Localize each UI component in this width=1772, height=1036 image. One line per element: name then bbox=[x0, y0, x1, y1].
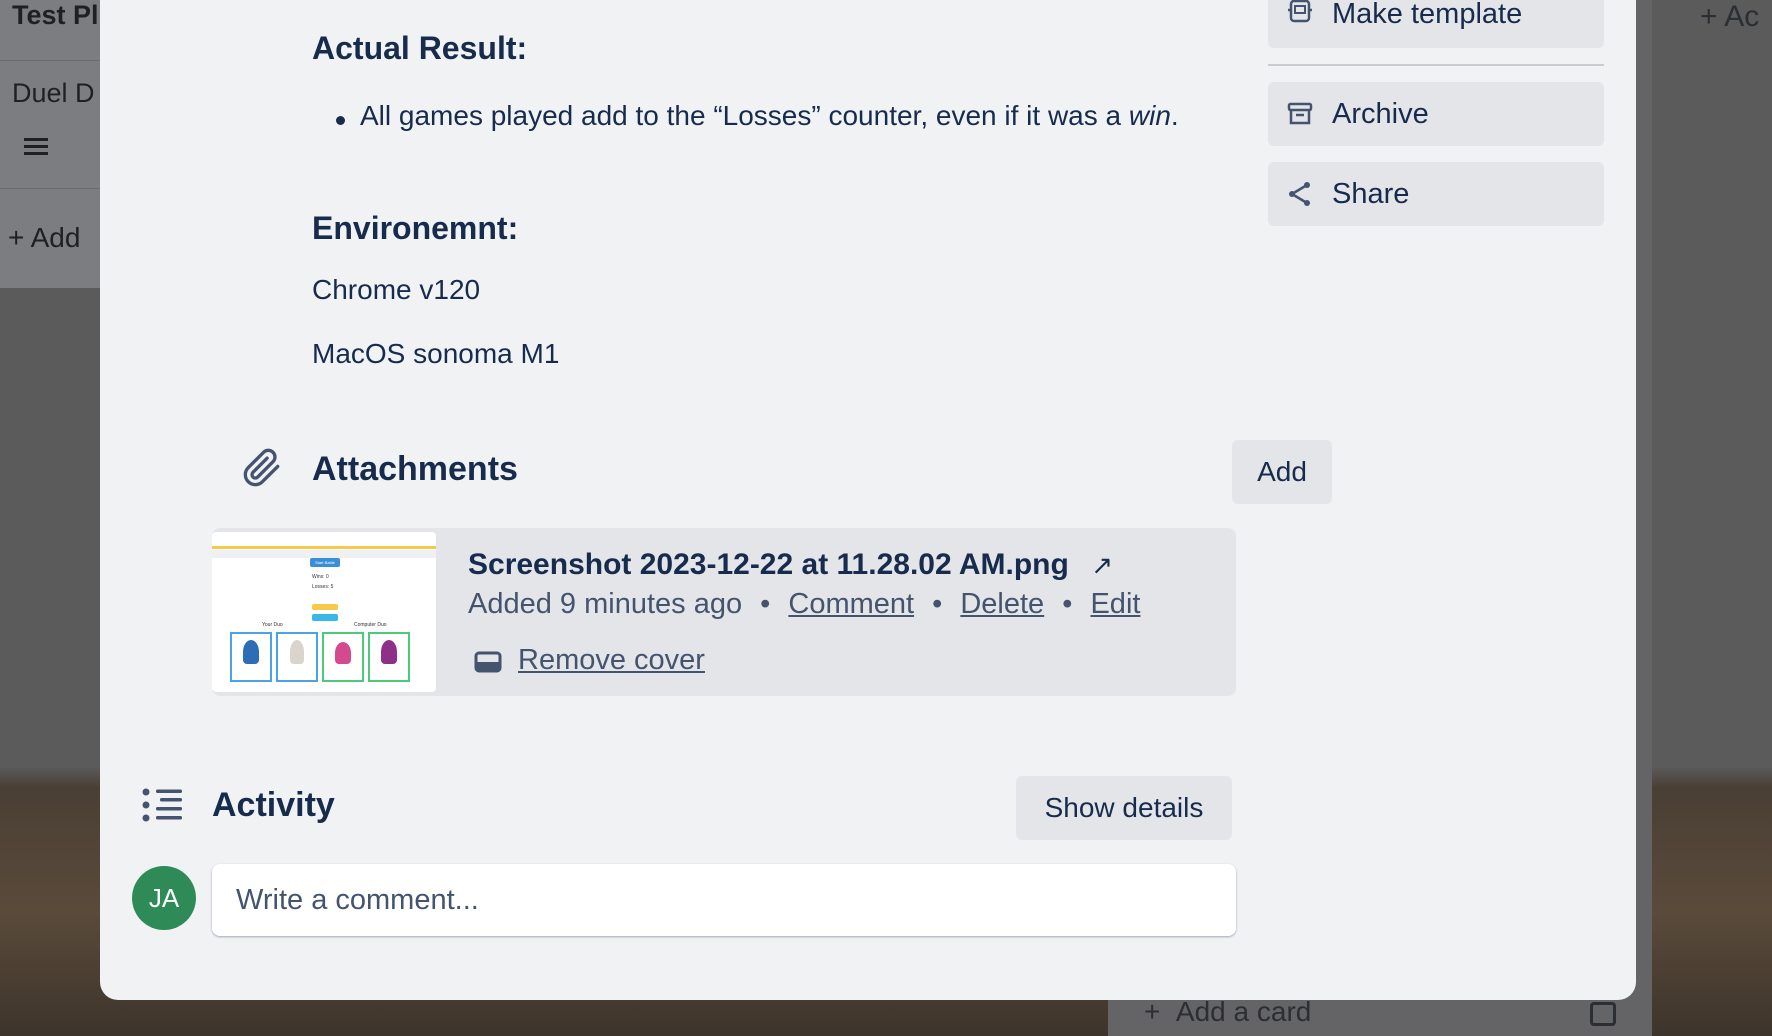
thumbnail-bar bbox=[212, 546, 436, 549]
thumbnail-your-duo: Your Duo bbox=[262, 622, 283, 628]
actual-result-heading: Actual Result: bbox=[312, 30, 528, 66]
paperclip-icon bbox=[242, 448, 282, 493]
plus-icon: + bbox=[8, 222, 31, 253]
template-icon[interactable] bbox=[1590, 1002, 1616, 1026]
add-list-label: Ac bbox=[1724, 0, 1760, 33]
archive-icon bbox=[1287, 102, 1313, 125]
separator: • bbox=[1062, 588, 1073, 620]
attachment-filename[interactable]: Screenshot 2023-12-22 at 11.28.02 AM.png… bbox=[468, 548, 1113, 582]
divider bbox=[0, 60, 108, 61]
attachment-thumbnail[interactable]: Start Battle Wins: 0 Losses: 5 Your Duo … bbox=[212, 532, 436, 692]
thumbnail-browser-bar bbox=[212, 550, 436, 558]
description-icon bbox=[24, 138, 48, 159]
add-list-button[interactable]: + Ac bbox=[1700, 0, 1759, 34]
thumbnail-card bbox=[368, 632, 410, 682]
thumbnail-card bbox=[230, 632, 272, 682]
list-title: Test Pl bbox=[12, 0, 99, 30]
add-card-label: Add bbox=[30, 222, 81, 253]
thumbnail-button: Start Battle bbox=[310, 558, 340, 567]
attachment-filename-text: Screenshot 2023-12-22 at 11.28.02 AM.png bbox=[468, 548, 1069, 581]
environment-line: Chrome v120 bbox=[312, 274, 481, 305]
attachment-added-time: Added 9 minutes ago bbox=[468, 588, 743, 620]
divider bbox=[0, 188, 108, 189]
comment-input[interactable]: Write a comment... bbox=[212, 864, 1236, 936]
thumbnail-wins: Wins: 0 bbox=[312, 574, 329, 580]
make-template-label: Make template bbox=[1332, 0, 1523, 30]
card-cover-icon bbox=[474, 650, 502, 679]
thumbnail-chip bbox=[312, 614, 338, 621]
avatar[interactable]: JA bbox=[132, 866, 196, 930]
divider bbox=[1268, 64, 1604, 66]
add-attachment-button[interactable]: Add bbox=[1232, 440, 1332, 504]
actual-result-text: All games played add to the “Losses” cou… bbox=[360, 100, 1179, 132]
thumbnail-chip bbox=[312, 604, 338, 610]
show-details-button[interactable]: Show details bbox=[1016, 776, 1232, 840]
card-detail-modal: Actual Result: All games played add to t… bbox=[100, 0, 1636, 1000]
bullet-emphasis: win bbox=[1128, 100, 1171, 131]
thumbnail-card bbox=[322, 632, 364, 682]
thumbnail-computer-duo: Computer Duo bbox=[354, 622, 387, 628]
edit-link[interactable]: Edit bbox=[1090, 588, 1140, 620]
archive-label: Archive bbox=[1332, 97, 1429, 130]
add-card-button-left[interactable]: + Add bbox=[8, 222, 80, 254]
separator: • bbox=[932, 588, 943, 620]
plus-icon: + bbox=[1144, 996, 1176, 1027]
activity-title: Activity bbox=[212, 786, 335, 824]
bullet-text: All games played add to the “Losses” cou… bbox=[360, 100, 1129, 131]
share-icon bbox=[1289, 182, 1310, 206]
add-card-button[interactable]: + Add a card bbox=[1144, 996, 1311, 1028]
attachment-meta: Added 9 minutes ago • Comment • Delete •… bbox=[468, 588, 1140, 621]
make-template-button[interactable]: Make template bbox=[1268, 0, 1604, 48]
attachment-item[interactable]: Start Battle Wins: 0 Losses: 5 Your Duo … bbox=[212, 528, 1236, 696]
external-link-icon[interactable]: ↗ bbox=[1091, 550, 1113, 580]
thumbnail-losses: Losses: 5 bbox=[312, 584, 334, 590]
template-icon bbox=[1288, 0, 1312, 23]
archive-button[interactable]: Archive bbox=[1268, 82, 1604, 146]
attachments-title: Attachments bbox=[312, 450, 518, 488]
board-list-left: Test Pl Duel D + Add bbox=[0, 0, 108, 288]
share-label: Share bbox=[1332, 177, 1410, 210]
thumbnail-card bbox=[276, 632, 318, 682]
environment-heading: Environemnt: bbox=[312, 210, 519, 246]
remove-cover-link[interactable]: Remove cover bbox=[518, 644, 705, 677]
activity-icon bbox=[142, 788, 184, 827]
card-title[interactable]: Duel D bbox=[12, 78, 95, 109]
plus-icon: + bbox=[1700, 0, 1725, 33]
comment-placeholder: Write a comment... bbox=[236, 883, 479, 916]
add-card-label: Add a card bbox=[1175, 996, 1312, 1027]
delete-link[interactable]: Delete bbox=[960, 588, 1044, 620]
comment-link[interactable]: Comment bbox=[788, 588, 914, 620]
bullet-point bbox=[336, 116, 345, 125]
share-button[interactable]: Share bbox=[1268, 162, 1604, 226]
separator: • bbox=[760, 588, 771, 620]
bullet-text-end: . bbox=[1170, 100, 1179, 131]
environment-line: MacOS sonoma M1 bbox=[312, 338, 560, 369]
